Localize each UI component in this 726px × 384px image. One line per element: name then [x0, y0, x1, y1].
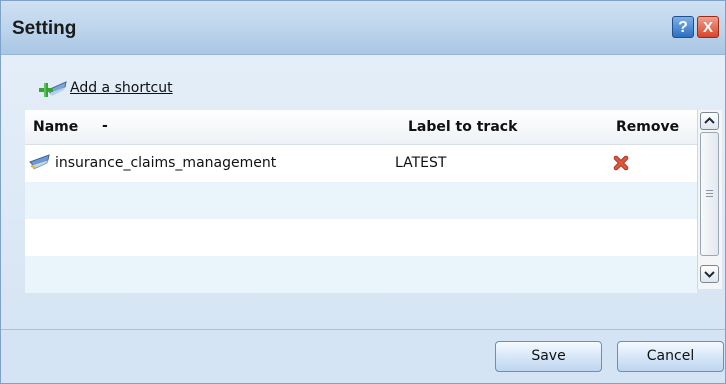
table-row[interactable]: insurance_claims_management LATEST — [25, 145, 697, 182]
stream-icon — [29, 154, 50, 170]
scroll-down-button[interactable] — [700, 265, 719, 283]
close-button[interactable]: X — [697, 16, 719, 38]
save-button[interactable]: Save — [495, 341, 602, 372]
sort-indicator: - — [102, 118, 108, 134]
grip-line — [706, 193, 713, 194]
help-button[interactable]: ? — [672, 16, 694, 38]
title-bar: Setting ? X — [1, 1, 725, 55]
red-x-icon[interactable] — [613, 155, 629, 171]
dialog-content: Add a shortcut Name - Label to track Rem… — [1, 55, 725, 329]
chevron-up-icon — [704, 117, 715, 124]
dialog-footer: Save Cancel — [1, 329, 725, 383]
column-header-remove[interactable]: Remove — [616, 119, 679, 135]
dialog-title: Setting — [12, 18, 77, 39]
add-shortcut-link[interactable]: Add a shortcut — [70, 80, 173, 96]
cancel-button[interactable]: Cancel — [617, 341, 724, 372]
table-body: insurance_claims_management LATEST — [25, 145, 697, 293]
row-label: LATEST — [395, 155, 447, 171]
chevron-down-icon — [704, 271, 715, 278]
add-shortcut-icon[interactable] — [38, 79, 68, 99]
scroll-up-button[interactable] — [700, 112, 719, 130]
grip-line — [706, 190, 713, 191]
grip-line — [706, 196, 713, 197]
table-row-empty — [25, 256, 697, 293]
column-header-label[interactable]: Label to track — [408, 119, 517, 135]
table-row-empty — [25, 219, 697, 256]
table-row-empty — [25, 182, 697, 219]
table-header: Name - Label to track Remove — [25, 110, 697, 145]
column-header-name[interactable]: Name — [33, 119, 78, 135]
row-name: insurance_claims_management — [55, 155, 277, 171]
scroll-thumb[interactable] — [700, 132, 719, 256]
setting-dialog: Setting ? X Add a shortcut Name - Label … — [0, 0, 726, 384]
shortcut-table: Name - Label to track Remove insurance_c… — [25, 110, 722, 293]
vertical-scrollbar[interactable] — [697, 110, 722, 289]
